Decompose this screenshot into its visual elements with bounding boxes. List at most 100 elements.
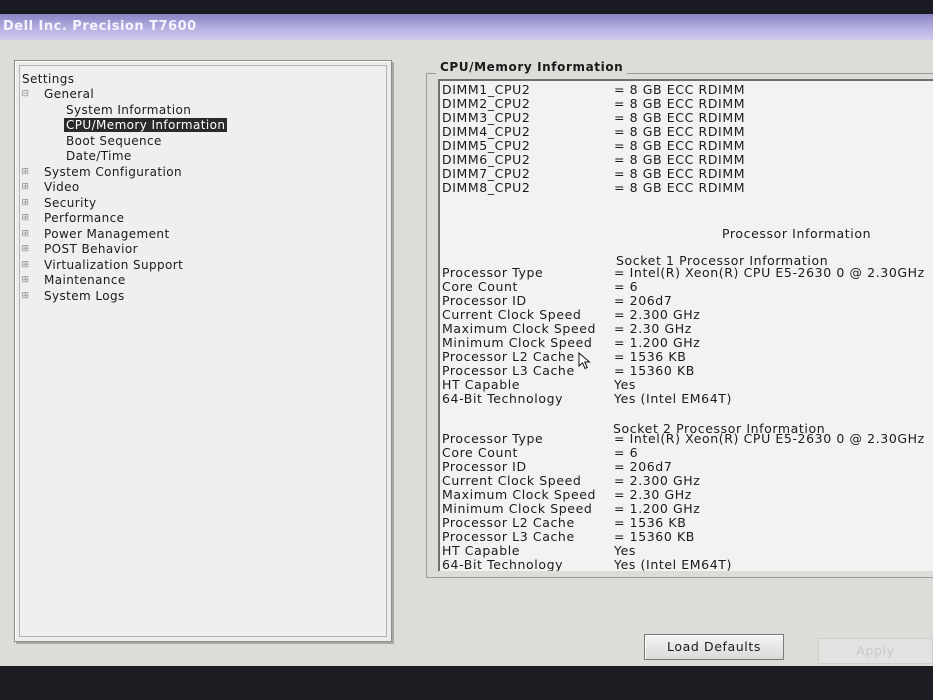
expand-icon[interactable]: ⊞ — [21, 261, 30, 270]
tree-node-label: System Configuration — [44, 165, 182, 179]
current-clock-value: = 2.300 GHz — [614, 307, 701, 322]
l3-cache-label: Processor L3 Cache — [442, 363, 575, 378]
l3-cache-label: Processor L3 Cache — [442, 529, 575, 544]
dimm-value: = 8 GB ECC RDIMM — [614, 180, 746, 195]
ht-capable-value: Yes — [614, 377, 636, 392]
tree-item-cpu-memory-information[interactable]: CPU/Memory Information — [64, 118, 228, 133]
window-title: Dell Inc. Precision T7600 — [0, 14, 933, 40]
dimm-label: DIMM6_CPU2 — [442, 152, 531, 167]
core-count-value: = 6 — [614, 445, 639, 460]
tree-node-post-behavior[interactable]: ⊞ POST Behavior — [20, 242, 138, 257]
ht-capable-label: HT Capable — [442, 543, 521, 558]
screen-bezel-top — [0, 0, 933, 14]
mouse-cursor-icon — [578, 352, 591, 370]
tree-node-virtualization-support[interactable]: ⊞ Virtualization Support — [20, 258, 183, 273]
l2-cache-label: Processor L2 Cache — [442, 349, 575, 364]
dimm-label: DIMM7_CPU2 — [442, 166, 531, 181]
tree-node-label: Maintenance — [44, 273, 126, 287]
tree-node-video[interactable]: ⊞ Video — [20, 180, 80, 195]
l2-cache-value: = 1536 KB — [614, 349, 687, 364]
processor-type-value: = Intel(R) Xeon(R) CPU E5-2630 0 @ 2.30G… — [614, 431, 925, 446]
min-clock-label: Minimum Clock Speed — [442, 335, 593, 350]
expand-icon[interactable]: ⊞ — [21, 292, 30, 301]
64bit-value: Yes (Intel EM64T) — [614, 391, 732, 406]
max-clock-label: Maximum Clock Speed — [442, 321, 597, 336]
screen-bezel-bottom — [0, 666, 933, 700]
tree-root-settings[interactable]: Settings — [22, 72, 74, 87]
cpu-memory-info-box[interactable]: DIMM1_CPU2 = 8 GB ECC RDIMM DIMM2_CPU2 =… — [438, 79, 933, 571]
expand-icon[interactable]: ⊞ — [21, 230, 30, 239]
dimm-value: = 8 GB ECC RDIMM — [614, 138, 746, 153]
tree-item-system-information[interactable]: System Information — [66, 103, 191, 118]
apply-button[interactable]: Apply — [818, 638, 933, 664]
processor-type-label: Processor Type — [442, 431, 544, 446]
tree-item-boot-sequence[interactable]: Boot Sequence — [66, 134, 162, 149]
dimm-value: = 8 GB ECC RDIMM — [614, 82, 746, 97]
expand-icon[interactable]: ⊞ — [21, 183, 30, 192]
expand-icon[interactable]: ⊞ — [21, 214, 30, 223]
processor-information-heading: Processor Information — [722, 226, 872, 241]
min-clock-value: = 1.200 GHz — [614, 501, 701, 516]
l2-cache-value: = 1536 KB — [614, 515, 687, 530]
current-clock-label: Current Clock Speed — [442, 473, 582, 488]
dimm-label: DIMM1_CPU2 — [442, 82, 531, 97]
dimm-label: DIMM3_CPU2 — [442, 110, 531, 125]
tree-node-label: Power Management — [44, 227, 170, 241]
tree-node-label: Video — [44, 180, 80, 194]
expand-icon[interactable]: ⊞ — [21, 276, 30, 285]
dimm-value: = 8 GB ECC RDIMM — [614, 124, 746, 139]
processor-id-label: Processor ID — [442, 293, 527, 308]
tree-node-label: General — [44, 87, 95, 101]
processor-id-value: = 206d7 — [614, 459, 673, 474]
collapse-icon[interactable]: ⊟ — [21, 90, 30, 99]
settings-tree-panel: Settings ⊟ General System Information CP… — [14, 60, 392, 642]
min-clock-label: Minimum Clock Speed — [442, 501, 593, 516]
ht-capable-label: HT Capable — [442, 377, 521, 392]
processor-type-value: = Intel(R) Xeon(R) CPU E5-2630 0 @ 2.30G… — [614, 265, 925, 280]
expand-icon[interactable]: ⊞ — [21, 245, 30, 254]
max-clock-value: = 2.30 GHz — [614, 487, 692, 502]
ht-capable-value: Yes — [614, 543, 636, 558]
group-border-bottom — [426, 577, 933, 578]
64bit-value: Yes (Intel EM64T) — [614, 557, 732, 572]
tree-node-security[interactable]: ⊞ Security — [20, 196, 97, 211]
tree-node-general[interactable]: ⊟ General — [20, 87, 94, 102]
dimm-value: = 8 GB ECC RDIMM — [614, 110, 746, 125]
dimm-label: DIMM5_CPU2 — [442, 138, 531, 153]
l3-cache-value: = 15360 KB — [614, 529, 695, 544]
expand-icon[interactable]: ⊞ — [21, 168, 30, 177]
dimm-label: DIMM4_CPU2 — [442, 124, 531, 139]
tree-node-maintenance[interactable]: ⊞ Maintenance — [20, 273, 126, 288]
load-defaults-button[interactable]: Load Defaults — [644, 634, 784, 660]
tree-node-system-logs[interactable]: ⊞ System Logs — [20, 289, 125, 304]
core-count-label: Core Count — [442, 279, 519, 294]
tree-node-performance[interactable]: ⊞ Performance — [20, 211, 125, 226]
dimm-value: = 8 GB ECC RDIMM — [614, 96, 746, 111]
current-clock-value: = 2.300 GHz — [614, 473, 701, 488]
tree-node-label: POST Behavior — [44, 242, 138, 256]
l2-cache-label: Processor L2 Cache — [442, 515, 575, 530]
min-clock-value: = 1.200 GHz — [614, 335, 701, 350]
tree-item-date-time[interactable]: Date/Time — [66, 149, 132, 164]
processor-id-value: = 206d7 — [614, 293, 673, 308]
tree-node-system-configuration[interactable]: ⊞ System Configuration — [20, 165, 182, 180]
group-border-left — [426, 73, 427, 577]
group-title: CPU/Memory Information — [436, 60, 628, 74]
tree-node-label: Performance — [44, 211, 125, 225]
dimm-value: = 8 GB ECC RDIMM — [614, 166, 746, 181]
tree-node-label: Virtualization Support — [44, 258, 184, 272]
processor-type-label: Processor Type — [442, 265, 544, 280]
selected-item-label: CPU/Memory Information — [64, 118, 228, 132]
dimm-label: DIMM8_CPU2 — [442, 180, 531, 195]
dimm-label: DIMM2_CPU2 — [442, 96, 531, 111]
tree-node-label: Security — [44, 196, 97, 210]
tree-node-label: System Logs — [44, 289, 125, 303]
max-clock-value: = 2.30 GHz — [614, 321, 692, 336]
dimm-value: = 8 GB ECC RDIMM — [614, 152, 746, 167]
64bit-label: 64-Bit Technology — [442, 391, 564, 406]
processor-id-label: Processor ID — [442, 459, 527, 474]
core-count-value: = 6 — [614, 279, 639, 294]
tree-node-power-management[interactable]: ⊞ Power Management — [20, 227, 170, 242]
expand-icon[interactable]: ⊞ — [21, 199, 30, 208]
settings-tree: Settings ⊟ General System Information CP… — [19, 65, 387, 637]
